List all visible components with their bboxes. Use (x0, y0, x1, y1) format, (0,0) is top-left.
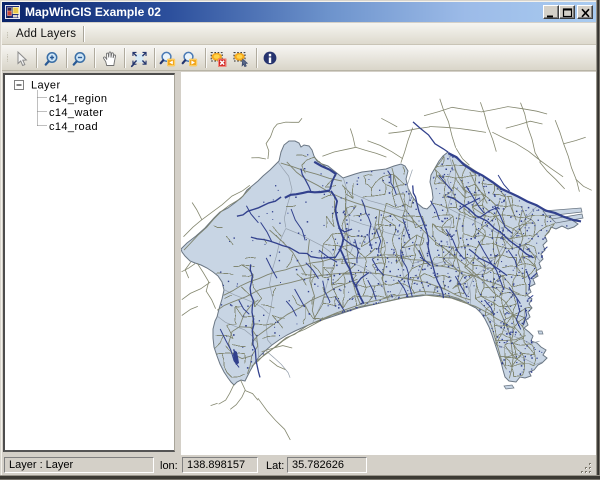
svg-text:c14_water: c14_water (49, 107, 103, 119)
svg-text:c14_region: c14_region (49, 93, 107, 105)
svg-text:Layer: Layer (31, 80, 61, 92)
svg-text:c14_road: c14_road (49, 121, 98, 133)
